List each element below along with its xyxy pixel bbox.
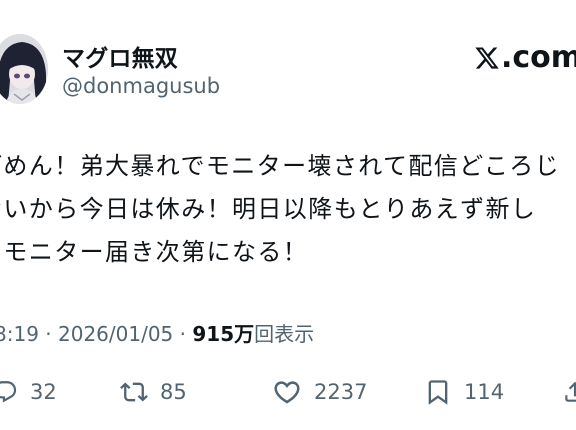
post-time[interactable]: 8:19 (0, 322, 39, 346)
x-logo[interactable]: .com (474, 40, 576, 76)
like-button[interactable]: 2237 (272, 370, 367, 414)
tweet-text-line: ごめん！弟大暴れでモニター壊されて配信どころじ (0, 152, 561, 180)
logo-domain-text: .com (501, 40, 576, 75)
share-button[interactable] (562, 370, 576, 414)
tweet-meta: 8:19 · 2026/01/05 · 915万回表示 (0, 318, 314, 347)
reply-button[interactable]: 32 (0, 370, 57, 414)
repost-button[interactable]: 85 (120, 370, 187, 414)
tweet-text-line: いモニター届き次第になる！ (0, 238, 309, 266)
bookmark-button[interactable]: 114 (424, 370, 504, 414)
avatar-image (0, 34, 48, 104)
repost-count: 85 (160, 380, 187, 404)
views-unit: 万 (234, 322, 255, 346)
reply-icon (0, 381, 17, 403)
avatar[interactable] (0, 34, 48, 104)
bookmark-count: 114 (464, 380, 505, 404)
tweet-text: ごめん！弟大暴れでモニター壊されて配信どころじ ないから今日は休み！明日以降もと… (0, 145, 576, 274)
share-icon (565, 381, 576, 402)
bookmark-icon (428, 380, 448, 405)
meta-separator: · (173, 322, 193, 346)
tweet-card: マグロ無双 @donmagusub .com ごめん！弟大暴れでモニター壊されて… (0, 0, 576, 430)
views-label: 回表示 (254, 322, 315, 346)
author-display-name[interactable]: マグロ無双 (62, 39, 178, 73)
meta-separator: · (38, 322, 58, 346)
tweet-text-line: ないから今日は休み！明日以降もとりあえず新し (0, 195, 537, 223)
post-date[interactable]: 2026/01/05 (58, 322, 173, 346)
reply-count: 32 (30, 380, 57, 404)
x-brand-icon (475, 47, 499, 69)
heart-icon (274, 381, 300, 404)
views-count: 915 (192, 322, 235, 346)
action-bar: 32 85 2237 114 (0, 370, 576, 414)
author-handle[interactable]: @donmagusub (62, 74, 220, 98)
like-count: 2237 (314, 380, 368, 404)
repost-icon (120, 382, 148, 402)
